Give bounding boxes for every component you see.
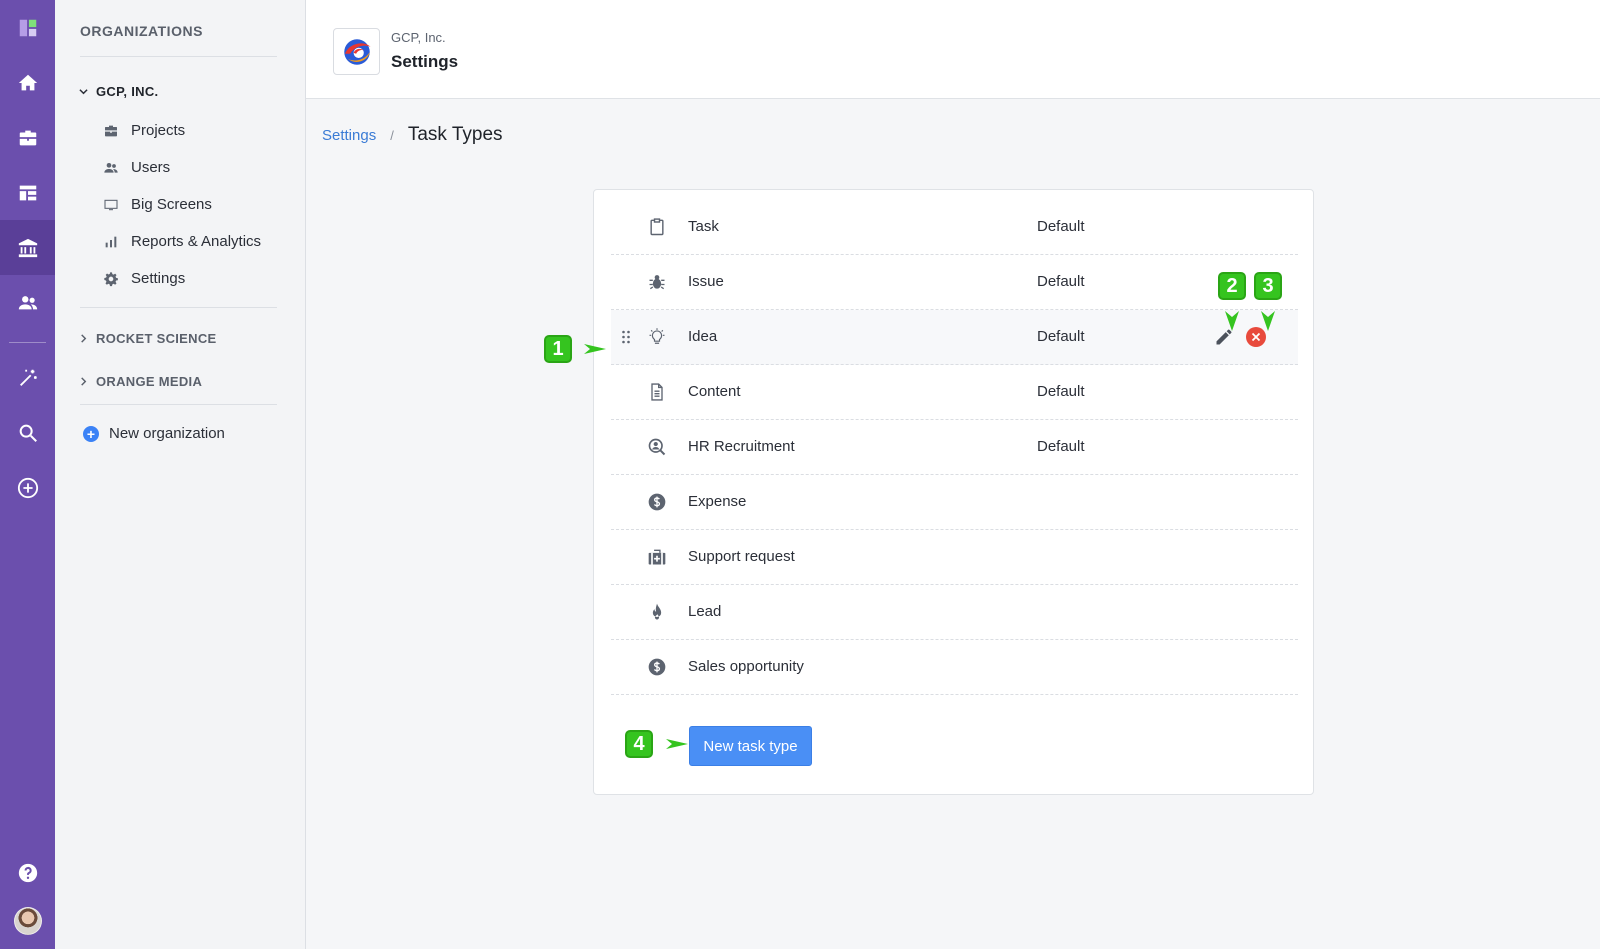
fire-icon [652, 603, 662, 620]
chevron-down-icon [79, 89, 88, 95]
search-icon[interactable] [0, 405, 55, 460]
users-icon [104, 162, 118, 173]
chevron-right-icon [81, 334, 87, 343]
sidebar-item-reports[interactable]: Reports & Analytics [103, 233, 261, 250]
task-type-name: Sales opportunity [688, 658, 804, 675]
bar-chart-icon [105, 236, 117, 247]
task-type-row-lead[interactable]: Lead [611, 585, 1298, 640]
sidebar-item-settings[interactable]: Settings [103, 270, 185, 287]
org-group-label: GCP, INC. [96, 84, 159, 99]
breadcrumb: Settings / Task Types [322, 124, 503, 146]
task-type-row-task[interactable]: Task Default [611, 200, 1298, 255]
task-type-name: Content [688, 383, 741, 400]
sidebar-item-label: Projects [131, 122, 186, 139]
divider [80, 307, 277, 308]
dollar-icon [648, 658, 666, 676]
first-aid-icon [648, 549, 666, 565]
task-types-card: Task Default Issue Default Idea Default … [593, 189, 1314, 795]
lightbulb-icon [649, 328, 665, 344]
close-icon [1251, 332, 1261, 342]
org-name: GCP, Inc. [391, 30, 446, 45]
callout-badge-3: 3 [1254, 272, 1282, 300]
divider [80, 404, 277, 405]
user-avatar-button[interactable] [0, 893, 55, 948]
breadcrumb-separator: / [390, 128, 394, 143]
page-title: Settings [391, 52, 459, 71]
org-group-label: ORANGE MEDIA [96, 374, 203, 389]
plus-icon: + [83, 425, 99, 442]
new-organization-label: New organization [109, 425, 225, 442]
task-type-row-support-request[interactable]: Support request [611, 530, 1298, 585]
sidebar-item-big-screens[interactable]: Big Screens [103, 196, 212, 213]
task-type-row-expense[interactable]: Expense [611, 475, 1298, 530]
org-logo [333, 28, 380, 75]
callout-badge-4: 4 [625, 730, 653, 758]
task-type-name: Issue [688, 273, 724, 290]
task-type-row-content[interactable]: Content Default [611, 365, 1298, 420]
org-logo-icon [343, 38, 371, 65]
task-type-default: Default [1037, 438, 1085, 455]
task-type-name: Lead [688, 603, 722, 620]
logo-icon[interactable] [0, 0, 55, 55]
new-organization-button[interactable]: + New organization [83, 425, 225, 442]
home-icon[interactable] [0, 55, 55, 110]
task-type-name: Support request [688, 548, 795, 565]
monitor-icon [104, 199, 118, 210]
callout-arrow-down [1261, 311, 1275, 331]
sidebar-item-label: Reports & Analytics [131, 233, 262, 250]
avatar [13, 906, 42, 935]
bug-icon [649, 275, 665, 290]
org-group-label: ROCKET SCIENCE [96, 331, 217, 346]
task-type-default: Default [1037, 328, 1085, 345]
page-header: GCP, Inc. Settings [306, 0, 1600, 99]
chevron-right-icon [81, 377, 87, 386]
org-group-gcp[interactable]: GCP, INC. [79, 84, 158, 99]
briefcase-icon[interactable] [0, 110, 55, 165]
callout-badge-1: 1 [544, 335, 572, 363]
callout-badge-2: 2 [1218, 272, 1246, 300]
task-type-name: Idea [688, 328, 718, 345]
task-type-row-idea[interactable]: Idea Default [611, 310, 1298, 365]
task-type-default: Default [1037, 383, 1085, 400]
search-person-icon [648, 438, 666, 456]
document-icon [651, 383, 663, 401]
organizations-sidebar: ORGANIZATIONS GCP, INC. Projects Users B… [55, 0, 306, 949]
task-type-name: HR Recruitment [688, 438, 795, 455]
sidebar-title: ORGANIZATIONS [80, 23, 203, 39]
plus-circle-icon[interactable] [0, 460, 55, 515]
gear-icon [104, 271, 118, 286]
callout-arrow-right [584, 344, 606, 354]
divider [80, 56, 277, 57]
callout-arrow-down [1225, 311, 1239, 331]
rail-divider [9, 342, 46, 343]
new-task-type-button[interactable]: New task type [689, 726, 812, 766]
breadcrumb-current: Task Types [407, 124, 503, 145]
org-group-orange-media[interactable]: ORANGE MEDIA [79, 374, 202, 389]
dollar-icon [648, 493, 666, 511]
bank-icon[interactable] [0, 220, 55, 275]
sidebar-item-users[interactable]: Users [103, 159, 170, 176]
drag-handle-icon[interactable] [621, 330, 631, 344]
sidebar-item-projects[interactable]: Projects [103, 122, 185, 139]
app-rail [0, 0, 55, 949]
task-type-default: Default [1037, 218, 1085, 235]
callout-arrow-right [666, 739, 688, 749]
task-type-row-hr-recruitment[interactable]: HR Recruitment Default [611, 420, 1298, 475]
task-type-row-issue[interactable]: Issue Default [611, 255, 1298, 310]
task-type-name: Task [688, 218, 719, 235]
breadcrumb-settings-link[interactable]: Settings [322, 127, 376, 144]
task-type-default: Default [1037, 273, 1085, 290]
users-icon[interactable] [0, 275, 55, 330]
dashboard-icon[interactable] [0, 165, 55, 220]
clipboard-icon [650, 218, 664, 236]
org-group-rocket-science[interactable]: ROCKET SCIENCE [79, 331, 217, 346]
sidebar-item-label: Big Screens [131, 196, 212, 213]
sidebar-item-label: Settings [131, 270, 186, 287]
task-type-name: Expense [688, 493, 747, 510]
briefcase-icon [105, 125, 117, 136]
magic-wand-icon[interactable] [0, 350, 55, 405]
help-icon[interactable] [0, 845, 55, 900]
sidebar-item-label: Users [131, 159, 171, 176]
task-type-row-sales-opportunity[interactable]: Sales opportunity [611, 640, 1298, 695]
